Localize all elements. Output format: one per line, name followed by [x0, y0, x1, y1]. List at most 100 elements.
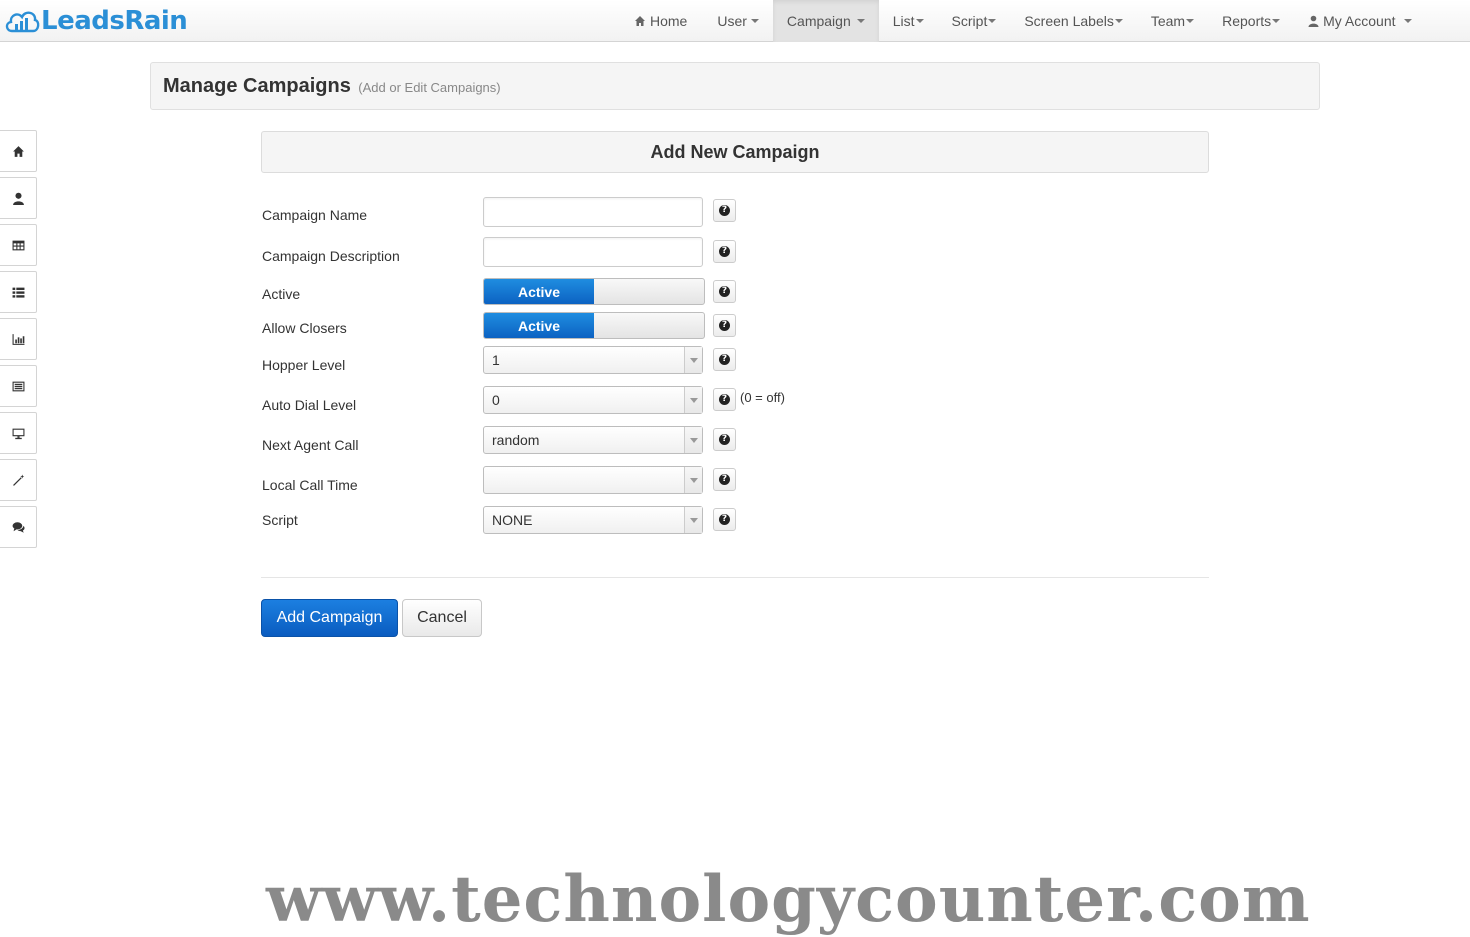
sidebar-list-button[interactable] [0, 271, 37, 313]
question-circle-icon: ? [719, 474, 730, 485]
nav-campaign-label: Campaign [786, 13, 851, 29]
active-toggle[interactable]: Active [483, 278, 705, 305]
nav-list[interactable]: List [879, 0, 938, 42]
hopper-level-label: Hopper Level [262, 357, 346, 373]
sidebar-reports-button[interactable] [0, 318, 37, 360]
brand-name: LeadsRain [41, 6, 188, 36]
leadsrain-logo-icon [5, 11, 40, 33]
nav-user-label: User [717, 13, 747, 29]
question-circle-icon: ? [719, 320, 730, 331]
magic-wand-icon [12, 474, 24, 486]
sidebar [0, 130, 37, 553]
allow-closers-row: Allow Closers Active ? [262, 312, 862, 342]
sidebar-home-button[interactable] [0, 130, 37, 172]
add-campaign-button[interactable]: Add Campaign [261, 599, 398, 637]
sidebar-desktop-button[interactable] [0, 412, 37, 454]
question-circle-icon: ? [719, 514, 730, 525]
auto-dial-level-help-button[interactable]: ? [713, 388, 736, 411]
auto-dial-level-label: Auto Dial Level [262, 397, 357, 413]
brand-logo-link[interactable]: LeadsRain [4, 4, 188, 38]
campaign-description-row: Campaign Description ? [262, 237, 862, 267]
desktop-icon [12, 428, 24, 439]
user-icon [12, 192, 24, 205]
chevron-down-icon [684, 387, 702, 413]
chevron-down-icon [988, 19, 997, 23]
next-agent-call-row: Next Agent Call random ? [262, 426, 862, 456]
chevron-down-icon [750, 19, 759, 23]
sidebar-table-button[interactable] [0, 224, 37, 266]
sidebar-list-alt-button[interactable] [0, 365, 37, 407]
auto-dial-level-row: Auto Dial Level 0 ? (0 = off) [262, 386, 862, 416]
script-select[interactable]: NONE [483, 506, 703, 534]
script-help-button[interactable]: ? [713, 508, 736, 531]
next-agent-call-label: Next Agent Call [262, 437, 359, 453]
auto-dial-level-hint: (0 = off) [740, 390, 785, 405]
question-circle-icon: ? [719, 205, 730, 216]
chevron-down-icon [1114, 19, 1123, 23]
hopper-level-select[interactable]: 1 [483, 346, 703, 374]
next-agent-call-select[interactable]: random [483, 426, 703, 454]
nav-screen-labels-label: Screen Labels [1024, 13, 1114, 29]
sidebar-wizard-button[interactable] [0, 459, 37, 501]
question-circle-icon: ? [719, 394, 730, 405]
page-title: Manage Campaigns [163, 75, 351, 97]
cancel-button[interactable]: Cancel [402, 599, 482, 637]
watermark-text: www.technologycounter.com [266, 862, 1311, 937]
script-value: NONE [492, 512, 533, 528]
allow-closers-label: Allow Closers [262, 320, 347, 336]
hopper-level-help-button[interactable]: ? [713, 348, 736, 371]
campaign-name-label: Campaign Name [262, 207, 368, 223]
sidebar-user-button[interactable] [0, 177, 37, 219]
nav-my-account[interactable]: My Account [1294, 0, 1425, 42]
allow-closers-help-button[interactable]: ? [713, 314, 736, 337]
next-agent-call-help-button[interactable]: ? [713, 428, 736, 451]
local-call-time-select[interactable] [483, 466, 703, 494]
auto-dial-level-select[interactable]: 0 [483, 386, 703, 414]
chevron-down-icon [1186, 19, 1195, 23]
hopper-level-value: 1 [492, 352, 500, 368]
nav-user[interactable]: User [703, 0, 773, 42]
home-icon [12, 145, 24, 157]
local-call-time-help-button[interactable]: ? [713, 468, 736, 491]
chevron-down-icon [684, 507, 702, 533]
nav-reports[interactable]: Reports [1208, 0, 1294, 42]
allow-closers-toggle-state: Active [484, 313, 594, 338]
nav-script[interactable]: Script [938, 0, 1011, 42]
chevron-down-icon [856, 19, 865, 23]
page-subtitle: (Add or Edit Campaigns) [358, 80, 501, 95]
bar-chart-icon [12, 333, 24, 345]
campaign-name-help-button[interactable]: ? [713, 199, 736, 222]
table-icon [12, 240, 24, 250]
sidebar-comments-button[interactable] [0, 506, 37, 548]
nav-home-label: Home [650, 13, 688, 29]
allow-closers-toggle[interactable]: Active [483, 312, 705, 339]
chevron-down-icon [915, 19, 924, 23]
chevron-down-icon [684, 427, 702, 453]
user-icon [1308, 15, 1319, 27]
hopper-level-row: Hopper Level 1 ? [262, 346, 862, 376]
active-toggle-state: Active [484, 279, 594, 304]
chevron-down-icon [684, 467, 702, 493]
campaign-name-input[interactable] [483, 197, 703, 227]
nav-team-label: Team [1150, 13, 1186, 29]
campaign-description-label: Campaign Description [262, 248, 400, 264]
active-row: Active Active ? [262, 278, 862, 308]
question-circle-icon: ? [719, 246, 730, 257]
nav-my-account-label: My Account [1323, 13, 1396, 29]
main-nav: Home User Campaign List Script Screen La… [620, 0, 1426, 42]
script-label: Script [262, 512, 298, 528]
campaign-description-input[interactable] [483, 237, 703, 267]
question-circle-icon: ? [719, 286, 730, 297]
nav-campaign[interactable]: Campaign [772, 0, 879, 42]
local-call-time-row: Local Call Time ? [262, 466, 862, 496]
campaign-description-help-button[interactable]: ? [713, 240, 736, 263]
nav-home[interactable]: Home [620, 0, 703, 42]
next-agent-call-value: random [492, 432, 540, 448]
active-help-button[interactable]: ? [713, 280, 736, 303]
campaign-name-row: Campaign Name ? [262, 197, 862, 227]
nav-script-label: Script [951, 13, 988, 29]
question-circle-icon: ? [719, 434, 730, 445]
nav-reports-label: Reports [1222, 13, 1272, 29]
nav-screen-labels[interactable]: Screen Labels [1010, 0, 1137, 42]
nav-team[interactable]: Team [1137, 0, 1208, 42]
